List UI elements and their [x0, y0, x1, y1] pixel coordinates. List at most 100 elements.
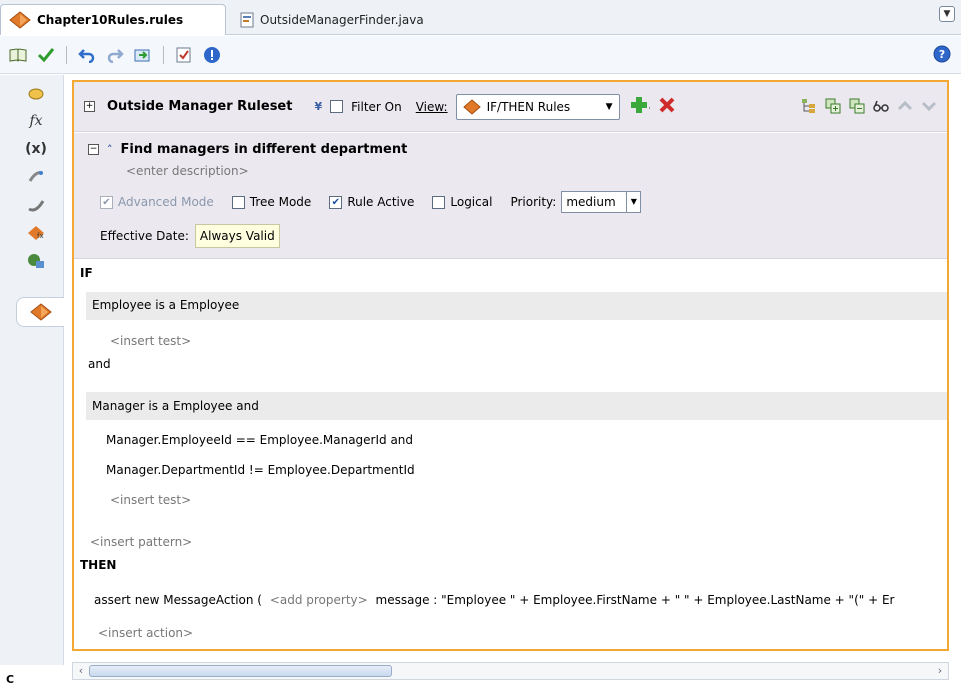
- glasses-icon[interactable]: [873, 98, 889, 114]
- filter-on-label: Filter On: [351, 99, 402, 114]
- add-property-link[interactable]: <add property>: [270, 593, 368, 607]
- functions-icon[interactable]: 𝑓x: [18, 109, 54, 133]
- pattern-manager[interactable]: Manager is a Employee and: [92, 399, 259, 413]
- java-file-icon: [240, 12, 254, 27]
- rules-diamond-icon: [462, 98, 481, 115]
- insert-test-link[interactable]: <insert test>: [110, 334, 191, 348]
- add-rule-button[interactable]: ▾: [628, 95, 653, 118]
- variables-icon[interactable]: (x): [18, 137, 54, 161]
- effective-date-row: Effective Date: Always Valid: [100, 224, 280, 248]
- chevron-up-icon[interactable]: ˄: [107, 143, 113, 156]
- effective-date-value[interactable]: Always Valid: [194, 224, 280, 248]
- priority-label: Priority:: [510, 195, 557, 209]
- rule-active-checkbox[interactable]: ✔: [329, 195, 343, 209]
- chevron-collapse-icon[interactable]: ¥: [314, 100, 322, 113]
- status-indicator: C: [6, 673, 15, 686]
- tab-label: Chapter10Rules.rules: [37, 13, 184, 27]
- scrollbar-thumb[interactable]: [89, 665, 392, 677]
- view-select-value: IF/THEN Rules: [486, 99, 571, 114]
- move-down-icon[interactable]: [921, 98, 937, 114]
- redo-icon[interactable]: [105, 45, 125, 65]
- priority-option: Priority: medium ▼: [510, 191, 642, 213]
- add-green-icon: ▾: [630, 97, 653, 113]
- view-select[interactable]: IF/THEN Rules ▼: [455, 93, 620, 120]
- book-icon[interactable]: [8, 45, 28, 65]
- rule-body: IF Employee is a Employee <insert test> …: [74, 260, 947, 649]
- scroll-left-icon[interactable]: ‹: [74, 663, 88, 679]
- and-keyword: and: [88, 357, 111, 371]
- rule-options: ✔ Advanced Mode Tree Mode ✔ Rule Active …: [100, 191, 653, 213]
- tab-chapter10rules[interactable]: Chapter10Rules.rules: [0, 4, 226, 35]
- action-assert[interactable]: assert new MessageAction ( <add property…: [94, 593, 894, 607]
- facts-icon[interactable]: fx: [18, 221, 54, 245]
- delete-rule-button[interactable]: [658, 96, 676, 117]
- delete-red-icon: [659, 97, 675, 113]
- insert-pattern-link[interactable]: <insert pattern>: [90, 535, 192, 549]
- rules-navigator-strip: 𝑓x (x) fx: [0, 75, 64, 665]
- rule-title-row: − ˄ Find managers in different departmen…: [88, 142, 407, 157]
- collapse-rule-icon[interactable]: −: [88, 144, 99, 155]
- insert-test-link[interactable]: <insert test>: [110, 493, 191, 507]
- pattern-employee[interactable]: Employee is a Employee: [92, 298, 239, 312]
- tree-icon[interactable]: [801, 98, 817, 114]
- then-keyword: THEN: [80, 558, 117, 572]
- advanced-mode-option: ✔ Advanced Mode: [100, 195, 214, 209]
- rule-active-label: Rule Active: [347, 195, 415, 209]
- advanced-mode-label: Advanced Mode: [118, 195, 214, 209]
- ruleset-title: Outside Manager Ruleset: [107, 99, 293, 114]
- view-label: View:: [415, 99, 448, 114]
- decision-functions-icon[interactable]: [18, 193, 54, 217]
- move-up-icon[interactable]: [897, 98, 913, 114]
- editor-tab-bar: Chapter10Rules.rules OutsideManagerFinde…: [0, 0, 961, 35]
- action-prefix: assert new MessageAction (: [94, 593, 262, 607]
- svg-text:▾: ▾: [649, 105, 650, 113]
- collapse-all-icon[interactable]: [849, 98, 865, 114]
- svg-text:fx: fx: [37, 232, 44, 240]
- tree-mode-label: Tree Mode: [249, 195, 312, 209]
- priority-value: medium: [566, 195, 616, 209]
- insert-action-link[interactable]: <insert action>: [98, 626, 193, 640]
- horizontal-scrollbar[interactable]: ‹ ›: [72, 662, 949, 680]
- action-message: message : "Employee " + Employee.FirstNa…: [375, 593, 895, 607]
- ruleset-header: + Outside Manager Ruleset ¥ Filter On Vi…: [74, 82, 947, 132]
- bucketsets-icon[interactable]: [18, 249, 54, 273]
- collapse-ruleset-icon[interactable]: +: [84, 101, 95, 112]
- ruleset-editor: + Outside Manager Ruleset ¥ Filter On Vi…: [72, 80, 949, 651]
- priority-select[interactable]: medium ▼: [561, 191, 642, 213]
- rules-toolbar: ?: [0, 36, 961, 74]
- import-icon[interactable]: [133, 45, 153, 65]
- expand-all-icon[interactable]: [825, 98, 841, 114]
- report-icon[interactable]: [174, 45, 194, 65]
- effective-date-label: Effective Date:: [100, 229, 189, 243]
- info-icon[interactable]: [202, 45, 222, 65]
- logical-label: Logical: [450, 195, 493, 209]
- links-icon[interactable]: [18, 165, 54, 189]
- scroll-right-icon[interactable]: ›: [933, 663, 947, 679]
- help-icon[interactable]: ?: [933, 45, 951, 63]
- rule-description[interactable]: <enter description>: [126, 164, 249, 178]
- tree-mode-checkbox[interactable]: [231, 195, 245, 209]
- rules-diamond-icon: [9, 11, 31, 29]
- globals-icon[interactable]: [18, 81, 54, 105]
- ruleset-actions: [801, 98, 937, 114]
- tab-list-dropdown-icon[interactable]: ▼: [939, 6, 955, 22]
- filter-on-checkbox[interactable]: [330, 100, 344, 113]
- ruleset-navigator-icon[interactable]: [16, 297, 64, 327]
- svg-text:?: ?: [939, 48, 945, 61]
- if-keyword: IF: [80, 266, 93, 280]
- rule-active-option: ✔ Rule Active: [329, 195, 414, 209]
- test-department-id[interactable]: Manager.DepartmentId != Employee.Departm…: [106, 463, 415, 477]
- rule-title: Find managers in different department: [120, 142, 408, 157]
- test-employee-id[interactable]: Manager.EmployeeId == Employee.ManagerId…: [106, 433, 413, 447]
- tree-mode-option: Tree Mode: [231, 195, 312, 209]
- undo-icon[interactable]: [77, 45, 97, 65]
- tab-outsidemanagerfinder[interactable]: OutsideManagerFinder.java: [232, 4, 432, 35]
- validate-check-icon[interactable]: [36, 45, 56, 65]
- toolbar-separator: [66, 45, 67, 64]
- chevron-down-icon: ▼: [626, 192, 640, 212]
- logical-option: Logical: [432, 195, 492, 209]
- toolbar-separator: [163, 45, 164, 64]
- advanced-mode-checkbox: ✔: [100, 195, 113, 209]
- rule-header: − ˄ Find managers in different departmen…: [74, 133, 947, 259]
- logical-checkbox[interactable]: [432, 195, 446, 209]
